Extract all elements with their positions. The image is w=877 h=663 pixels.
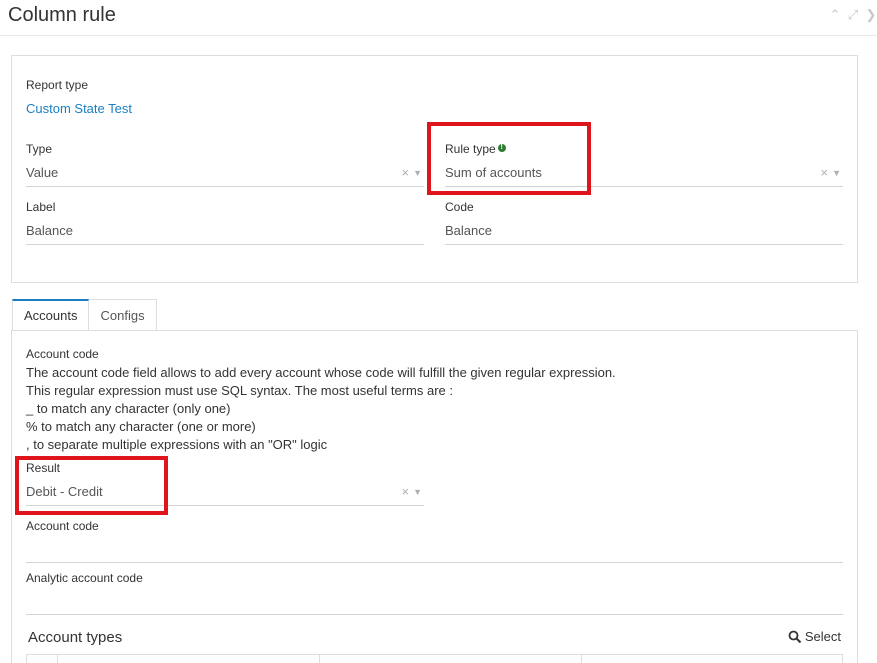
label-input[interactable]: Balance <box>26 221 424 245</box>
clear-icon[interactable]: × <box>820 166 828 179</box>
account-code-input[interactable] <box>26 539 843 563</box>
code-value: Balance <box>445 223 492 238</box>
report-type-label: Report type <box>26 78 89 92</box>
table-column-divider <box>57 655 58 663</box>
type-value: Value <box>26 165 59 180</box>
tab-accounts[interactable]: Accounts <box>12 299 90 331</box>
help-line: The account code field allows to add eve… <box>26 365 616 380</box>
code-label: Code <box>445 200 474 214</box>
label-value: Balance <box>26 223 73 238</box>
help-line: This regular expression must use SQL syn… <box>26 383 454 398</box>
account-types-table <box>26 654 843 663</box>
label-label: Label <box>26 200 56 214</box>
table-column-divider <box>319 655 320 663</box>
help-line: _ to match any character (only one) <box>26 401 231 416</box>
account-code-title: Account code <box>26 347 99 361</box>
chevron-down-icon[interactable]: ▼ <box>413 167 422 179</box>
clear-icon[interactable]: × <box>401 166 409 179</box>
search-icon <box>788 630 802 644</box>
tab-bar: Accounts Configs <box>12 299 157 331</box>
expand-icon[interactable]: ⤢ <box>847 8 859 22</box>
analytic-account-code-input[interactable] <box>26 591 843 615</box>
chevron-down-icon[interactable]: ▼ <box>413 486 422 498</box>
code-input[interactable]: Balance <box>445 221 843 245</box>
select-button[interactable]: Select <box>788 629 841 644</box>
analytic-account-code-label: Analytic account code <box>26 571 143 585</box>
dialog-title: Column rule <box>8 4 116 26</box>
select-label: Select <box>804 629 841 644</box>
result-highlight <box>15 456 168 515</box>
close-icon[interactable]: ❯ <box>865 8 877 22</box>
type-label: Type <box>26 142 53 156</box>
dialog-header: Column rule ⌃ ⤢ ❯ <box>0 0 877 36</box>
tab-configs[interactable]: Configs <box>89 299 157 331</box>
account-code-help: The account code field allows to add eve… <box>26 364 616 454</box>
rule-type-highlight <box>427 122 591 195</box>
account-types-title: Account types <box>28 629 123 646</box>
help-line: , to separate multiple expressions with … <box>26 437 328 452</box>
help-line: % to match any character (one or more) <box>26 419 256 434</box>
report-type-link[interactable]: Custom State Test <box>26 101 132 116</box>
account-code-label: Account code <box>26 519 99 533</box>
type-select[interactable]: Value × ▼ <box>26 163 424 187</box>
window-controls: ⌃ ⤢ ❯ <box>829 8 877 22</box>
chevron-up-icon[interactable]: ⌃ <box>829 8 841 22</box>
table-column-divider <box>581 655 582 663</box>
chevron-down-icon[interactable]: ▼ <box>832 167 841 179</box>
clear-icon[interactable]: × <box>401 485 409 498</box>
